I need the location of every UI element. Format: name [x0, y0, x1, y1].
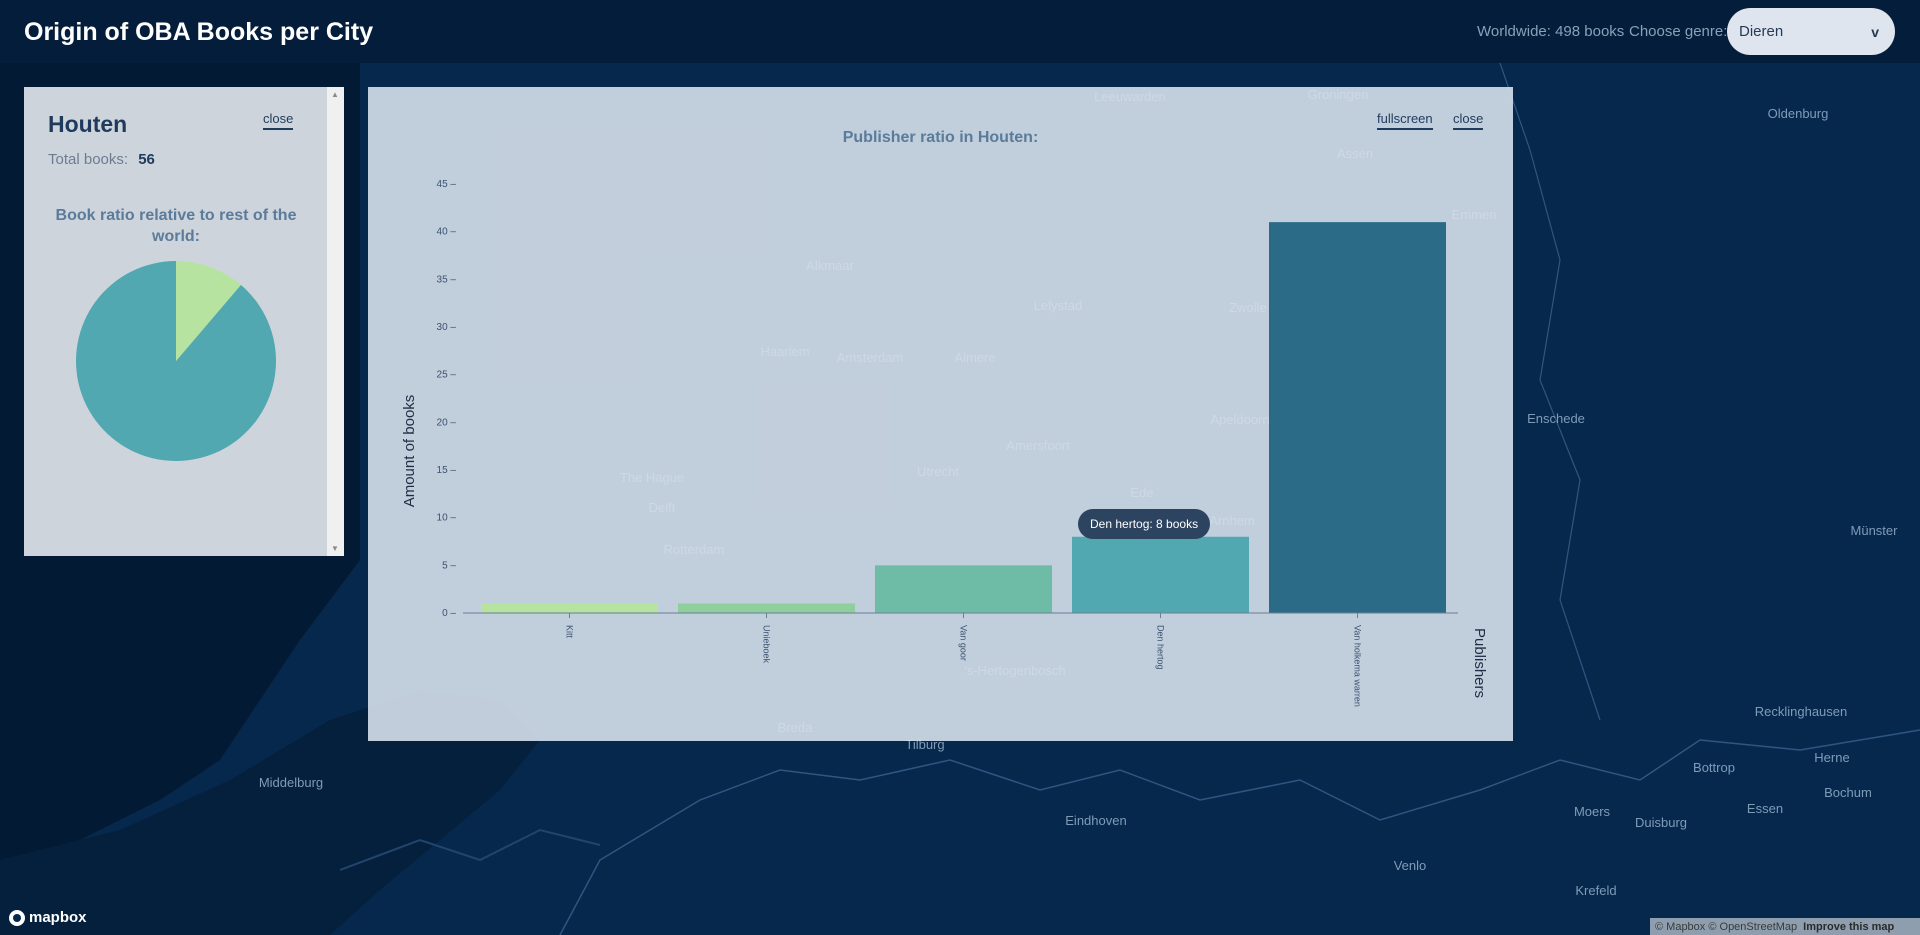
y-tick-label: 10 –: [437, 513, 457, 524]
book-ratio-pie-chart: [76, 261, 276, 461]
y-tick-label: 20 –: [437, 417, 457, 428]
total-books: Total books: 56: [48, 151, 155, 168]
total-books-label: Total books:: [48, 151, 129, 168]
map-city-label: Enschede: [1527, 411, 1585, 426]
map-city-label: Bochum: [1824, 785, 1872, 800]
y-axis: 0 – 5 – 10 – 15 – 20 – 25 – 30 – 35 – 40 – 45 –: [437, 179, 457, 619]
y-axis-title: Amount of books: [401, 395, 418, 508]
y-tick-label: 0 –: [442, 608, 456, 619]
bar[interactable]: [1269, 222, 1446, 613]
city-name: Houten: [48, 111, 128, 137]
bar[interactable]: [678, 603, 855, 613]
y-tick-label: 40 –: [437, 227, 457, 238]
genre-selected-value: Dieren: [1739, 23, 1784, 40]
map-city-label: Moers: [1574, 804, 1611, 819]
chevron-down-icon: v: [1871, 23, 1879, 40]
app-header: Origin of OBA Books per City Worldwide: …: [0, 0, 1920, 63]
map-city-label: Venlo: [1394, 858, 1427, 873]
mapbox-logo[interactable]: mapbox: [9, 909, 87, 926]
panel-scrollbar[interactable]: ▲ ▼: [327, 87, 344, 556]
publisher-chart-panel: Publisher ratio in Houten: fullscreen cl…: [368, 87, 1513, 741]
attribution-copyright[interactable]: © Mapbox © OpenStreetMap: [1655, 921, 1797, 933]
map-city-label: Recklinghausen: [1755, 704, 1848, 719]
improve-map-link[interactable]: Improve this map: [1803, 921, 1894, 933]
y-tick-label: 45 –: [437, 179, 457, 190]
y-tick-label: 5 –: [442, 560, 456, 571]
page-title: Origin of OBA Books per City: [24, 18, 374, 46]
mapbox-logo-text: mapbox: [29, 909, 87, 926]
x-tick-label: Van holkema warren: [1353, 625, 1363, 707]
bar[interactable]: [481, 603, 658, 613]
y-tick-label: 35 –: [437, 274, 457, 285]
x-tick-label: Den hertog: [1156, 625, 1166, 670]
scroll-up-arrow-icon[interactable]: ▲: [331, 90, 339, 99]
map-city-label: Eindhoven: [1065, 813, 1126, 828]
map-city-label: Middelburg: [259, 775, 323, 790]
bar[interactable]: [875, 565, 1052, 613]
map-city-label: Oldenburg: [1768, 106, 1829, 121]
city-panel-close-button[interactable]: close: [263, 111, 294, 130]
city-info-panel: Houten close Total books: 56 Book ratio …: [24, 87, 344, 556]
map-city-label: Bottrop: [1693, 760, 1735, 775]
x-tick-label: Van goor: [959, 625, 969, 661]
genre-label: Choose genre:: [1629, 23, 1728, 40]
bars: [481, 222, 1446, 613]
map-attribution: © Mapbox © OpenStreetMap Improve this ma…: [1650, 918, 1920, 935]
map-city-label: Herne: [1814, 750, 1849, 765]
bar[interactable]: [1072, 536, 1249, 613]
x-axis-title: Publishers: [1471, 628, 1488, 698]
map-city-label: Duisburg: [1635, 815, 1687, 830]
publisher-bar-chart: 0 – 5 – 10 – 15 – 20 – 25 – 30 – 35 – 40 – 45 – K…: [401, 179, 1488, 707]
map-city-label: Essen: [1747, 801, 1783, 816]
x-axis: Kitt Unieboek Van goor Den hertog Van holkem…: [463, 612, 1458, 707]
genre-select[interactable]: Dieren v: [1727, 8, 1895, 55]
map-city-label: Münster: [1851, 523, 1899, 538]
y-tick-label: 15 –: [437, 465, 457, 476]
total-books-value: 56: [138, 151, 155, 168]
x-tick-label: Unieboek: [762, 625, 772, 664]
map-city-label: Krefeld: [1575, 883, 1616, 898]
worldwide-count: Worldwide: 498 books: [1477, 23, 1625, 40]
mapbox-logo-icon: [9, 909, 25, 926]
y-tick-label: 30 –: [437, 322, 457, 333]
pie-chart-title: Book ratio relative to rest of the world…: [55, 207, 297, 245]
scroll-down-arrow-icon[interactable]: ▼: [331, 544, 339, 553]
x-tick-label: Kitt: [565, 625, 575, 639]
bar-tooltip: Den hertog: 8 books: [1078, 509, 1211, 539]
y-tick-label: 25 –: [437, 370, 457, 381]
